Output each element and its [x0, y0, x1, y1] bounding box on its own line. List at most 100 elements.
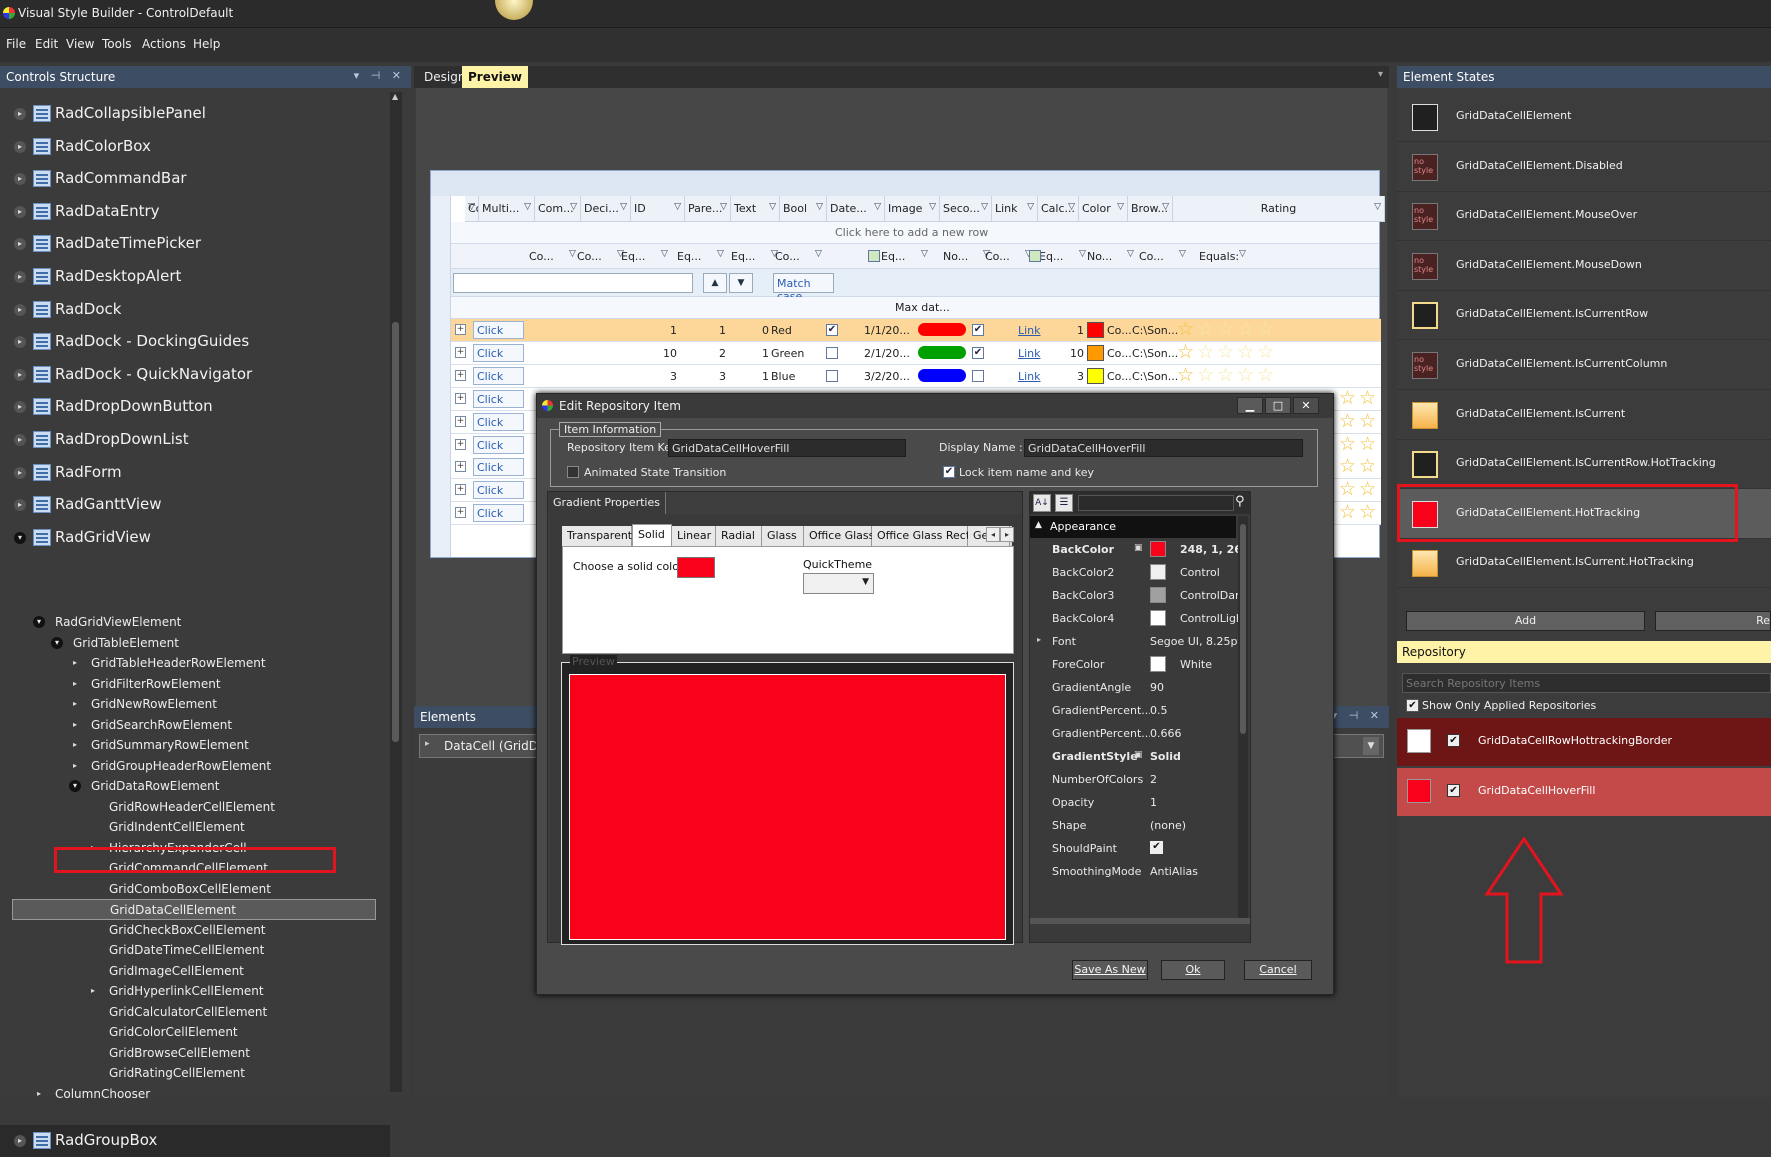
- collapse-icon[interactable]: ▾: [51, 636, 63, 649]
- search-icon[interactable]: ⚲: [1235, 494, 1245, 509]
- tree-item[interactable]: ▸ RadColorBox: [0, 131, 390, 163]
- fill-tab[interactable]: Glass: [762, 526, 804, 546]
- tree-node[interactable]: ▸ GridGroupHeaderRowElement: [0, 756, 390, 777]
- ok-button[interactable]: Ok: [1161, 960, 1225, 980]
- expand-icon[interactable]: ▸: [14, 466, 26, 479]
- scrollbar-thumb[interactable]: [1240, 524, 1246, 734]
- color-swatch[interactable]: [1150, 656, 1166, 672]
- rating-star-icon[interactable]: ☆: [1339, 456, 1356, 476]
- rating-star-icon[interactable]: ☆: [1197, 319, 1214, 339]
- expand-icon[interactable]: ▸: [14, 238, 26, 251]
- panel-pin-close-icons[interactable]: ▾ ⊣ ✕: [354, 69, 405, 82]
- expand-icon[interactable]: ▸: [14, 108, 26, 120]
- tree-node[interactable]: GridImageCellElement: [0, 961, 390, 982]
- tree-node[interactable]: ▾ RadGridViewElement: [0, 612, 390, 633]
- expand-icon[interactable]: ▸: [1037, 635, 1041, 644]
- scroll-up-icon[interactable]: ▲: [392, 92, 398, 101]
- element-state-item[interactable]: GridDataCellElement.IsCurrent: [1397, 390, 1771, 440]
- rating-star-icon[interactable]: ☆: [1339, 388, 1356, 408]
- row-expand-icon[interactable]: +: [455, 507, 466, 518]
- tree-node[interactable]: GridColorCellElement: [0, 1022, 390, 1043]
- property-value[interactable]: 2: [1150, 773, 1157, 786]
- tree-node[interactable]: ▾ GridDataRowElement: [0, 776, 390, 797]
- tree-node[interactable]: ▸ GridTableHeaderRowElement: [0, 653, 390, 674]
- grid-column-header[interactable]: ID ▽: [631, 196, 685, 222]
- expand-icon[interactable]: ▸: [69, 678, 81, 690]
- lock-item-checkbox[interactable]: ✔: [943, 466, 955, 478]
- grid-column-header[interactable]: Com... ▽: [535, 196, 581, 222]
- expand-icon[interactable]: ▸: [14, 303, 26, 316]
- filter-icon[interactable]: ▽: [1117, 202, 1124, 212]
- filter-seconds-checkbox[interactable]: [1029, 250, 1041, 262]
- fill-tab[interactable]: Radial: [716, 526, 762, 546]
- property-row[interactable]: GradientStyle ▣ Solid: [1030, 745, 1240, 768]
- rating-star-icon[interactable]: ☆: [1177, 365, 1194, 385]
- rating-star-icon[interactable]: ☆: [1359, 434, 1376, 454]
- filter-cell-operator[interactable]: Co...: [529, 250, 554, 263]
- filter-icon[interactable]: ▽: [816, 202, 823, 212]
- tab-scroll-right-button[interactable]: ▸: [1000, 527, 1014, 542]
- tree-node[interactable]: GridRatingCellElement: [0, 1063, 390, 1084]
- display-name-input[interactable]: GridDataCellHoverFill: [1024, 439, 1303, 457]
- row-expand-icon[interactable]: +: [455, 370, 466, 381]
- grid-search-input[interactable]: [453, 273, 693, 293]
- expand-icon[interactable]: ▸: [14, 434, 26, 446]
- collapse-icon[interactable]: ▲: [1035, 520, 1042, 530]
- seconds-checkbox[interactable]: [972, 370, 984, 382]
- rating-star-icon[interactable]: ☆: [1237, 319, 1254, 339]
- filter-icon[interactable]: ▽: [1162, 202, 1169, 212]
- expand-icon[interactable]: ▸: [69, 719, 81, 731]
- property-scrollbar[interactable]: [1238, 516, 1248, 918]
- expand-icon[interactable]: ▸: [14, 271, 26, 283]
- grid-column-header[interactable]: Seco... ▽: [940, 196, 992, 222]
- rating-star-icon[interactable]: ☆: [1257, 342, 1274, 362]
- tree-scrollbar[interactable]: ▲: [390, 92, 402, 1092]
- command-cell-button[interactable]: Click: [473, 435, 524, 454]
- property-value[interactable]: 90: [1150, 681, 1164, 694]
- expand-icon[interactable]: ▸: [14, 140, 26, 153]
- rating-star-icon[interactable]: ☆: [1339, 502, 1356, 522]
- menu-tools[interactable]: Tools: [102, 37, 132, 51]
- tree-item[interactable]: ▸ RadDock: [0, 294, 390, 326]
- table-row[interactable]: + Click 3 3 1 Blue 3/2/20... Link 3 Co... C:\Son..…: [431, 365, 1381, 388]
- property-value[interactable]: White: [1180, 658, 1212, 671]
- tree-node[interactable]: GridIndentCellElement: [0, 817, 390, 838]
- repository-search-input[interactable]: Search Repository Items: [1402, 673, 1771, 693]
- tree-item[interactable]: ▸ RadGanttView: [0, 489, 390, 521]
- filter-icon[interactable]: ▽: [921, 249, 928, 259]
- element-state-item[interactable]: no style GridDataCellElement.Disabled: [1397, 142, 1771, 192]
- property-row[interactable]: GradientPercent... 0.666: [1030, 722, 1240, 745]
- grid-column-header[interactable]: Image ▽: [885, 196, 940, 222]
- rating-star-icon[interactable]: ☆: [1237, 365, 1254, 385]
- element-state-item[interactable]: no style GridDataCellElement.MouseOver: [1397, 191, 1771, 242]
- property-row[interactable]: ShouldPaint ✔: [1030, 837, 1240, 860]
- filter-cell-operator[interactable]: Eq...: [1039, 250, 1063, 263]
- tree-item[interactable]: ▸ RadCommandBar: [0, 163, 390, 195]
- panel-pin-close-icons[interactable]: ▾ ⊣ ✕: [1332, 709, 1383, 722]
- filter-icon[interactable]: ▽: [1239, 249, 1246, 259]
- tree-node[interactable]: GridCalculatorCellElement: [0, 1002, 390, 1023]
- property-row[interactable]: BackColor4 ControlLight: [1030, 607, 1247, 630]
- animated-state-checkbox[interactable]: [567, 466, 579, 478]
- rating-star-icon[interactable]: ☆: [1339, 411, 1356, 431]
- new-row[interactable]: Click here to add a new row: [431, 222, 1379, 244]
- grid-column-header[interactable]: Multi... ▽: [479, 196, 535, 222]
- maximize-button[interactable]: □: [1265, 397, 1291, 414]
- tree-node[interactable]: GridDateTimeCellElement: [0, 940, 390, 961]
- grid-column-header[interactable]: Brow... ▽: [1128, 196, 1173, 222]
- repository-item[interactable]: ✔ GridDataCellRowHottrackingBorder: [1397, 718, 1771, 766]
- rating-star-icon[interactable]: ☆: [1359, 388, 1376, 408]
- color-swatch[interactable]: [1150, 587, 1166, 603]
- filter-cell-operator[interactable]: Eq...: [731, 250, 755, 263]
- filter-cell-operator[interactable]: No...: [1087, 250, 1112, 263]
- tree-node[interactable]: ▾ GridTableElement: [0, 633, 390, 654]
- property-value[interactable]: 0.666: [1150, 727, 1182, 740]
- seconds-checkbox[interactable]: ✔: [972, 347, 984, 359]
- element-state-item[interactable]: no style GridDataCellElement.MouseDown: [1397, 241, 1771, 291]
- color-swatch[interactable]: [1150, 610, 1166, 626]
- row-expand-icon[interactable]: +: [455, 393, 466, 404]
- grid-column-header[interactable]: Pare... ▽: [685, 196, 731, 222]
- scrollbar-thumb[interactable]: [392, 322, 399, 742]
- bool-checkbox[interactable]: [826, 370, 838, 382]
- command-cell-button[interactable]: Click: [473, 367, 524, 385]
